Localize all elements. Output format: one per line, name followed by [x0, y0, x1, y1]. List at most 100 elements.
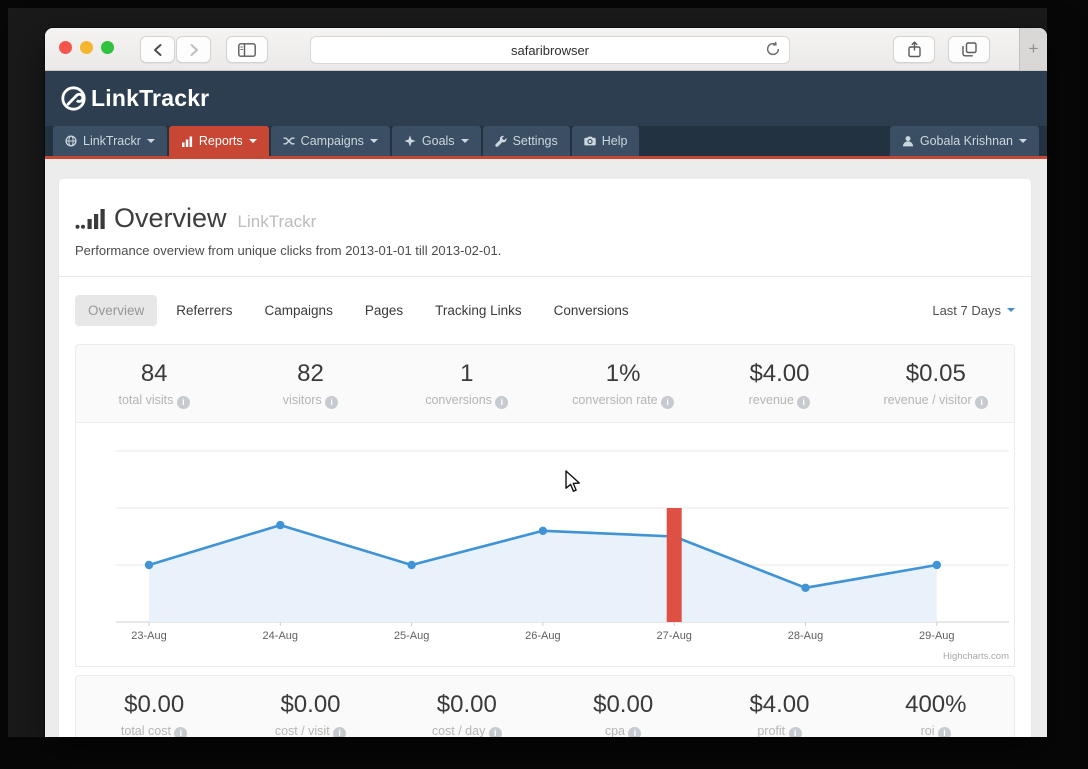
- tabs-row: Overview Referrers Campaigns Pages Tracking …: [59, 277, 1031, 344]
- info-icon[interactable]: i: [495, 396, 509, 409]
- nav-item-label: LinkTrackr: [83, 134, 141, 148]
- stats-top-panel: 84 total visits i 82 visitors i 1 conversions…: [75, 344, 1015, 423]
- tabs-overview-icon: [961, 42, 977, 57]
- caret-down-icon: [248, 139, 257, 147]
- info-icon[interactable]: i: [975, 396, 989, 409]
- back-icon: [153, 43, 161, 56]
- page-title: Overview: [114, 203, 227, 233]
- tab-pages[interactable]: Pages: [352, 295, 416, 326]
- info-icon[interactable]: i: [661, 396, 675, 409]
- forward-button[interactable]: [176, 36, 211, 63]
- stat-value: $4.00: [749, 360, 810, 387]
- stat-value: $0.00: [124, 691, 185, 718]
- stats-bottom-panel: $0.00 total cost i $0.00 cost / visit i $0.0…: [75, 675, 1015, 737]
- stat-label: conversions i: [389, 393, 545, 409]
- stat-value: $0.05: [905, 360, 966, 387]
- sidebar-button[interactable]: [226, 36, 268, 63]
- stat-revenue: $4.00 revenue i: [701, 345, 857, 422]
- stat-value: 1%: [605, 360, 641, 387]
- stat-visitors: 82 visitors i: [232, 345, 388, 422]
- page-title-suffix: LinkTrackr: [237, 211, 317, 231]
- nav-item-campaigns[interactable]: Campaigns: [270, 126, 390, 156]
- info-icon[interactable]: i: [174, 727, 188, 737]
- show-tabs-button[interactable]: [948, 36, 990, 63]
- tab-overview[interactable]: Overview: [75, 295, 158, 326]
- tab-conversions[interactable]: Conversions: [541, 295, 642, 326]
- stat-conversion-rate: 1% conversion rate i: [545, 345, 701, 422]
- info-icon[interactable]: i: [488, 727, 502, 737]
- close-window-icon[interactable]: [59, 41, 72, 54]
- nav-item-help[interactable]: Help: [571, 126, 640, 156]
- nav-items: LinkTrackr Reports Campaigns Goals Settings H…: [53, 126, 640, 156]
- shuffle-icon: [283, 135, 295, 147]
- page-subtitle: Performance overview from unique clicks …: [75, 243, 502, 258]
- address-bar[interactable]: safaribrowser: [310, 36, 790, 64]
- bar-chart-icon: [181, 135, 193, 147]
- svg-text:27-Aug: 27-Aug: [656, 630, 691, 642]
- info-icon[interactable]: i: [628, 727, 642, 737]
- overview-card: Overview LinkTrackr Performance overview…: [59, 179, 1031, 737]
- tab-tracking-links[interactable]: Tracking Links: [422, 295, 535, 326]
- bar-chart-icon: [75, 208, 105, 229]
- user-menu[interactable]: Gobala Krishnan: [889, 126, 1039, 156]
- nav-item-label: Help: [601, 134, 628, 148]
- stat-roi: 400% roi i: [858, 676, 1014, 737]
- back-button[interactable]: [140, 36, 175, 63]
- new-tab-button[interactable]: +: [1019, 28, 1047, 70]
- goal-star-icon: [404, 135, 416, 147]
- linktrackr-logo[interactable]: LinkTrackr: [60, 85, 209, 112]
- nav-item-linktrackr[interactable]: LinkTrackr: [53, 126, 167, 156]
- share-button[interactable]: [893, 36, 935, 63]
- info-icon[interactable]: i: [937, 727, 951, 737]
- info-icon[interactable]: i: [788, 727, 802, 737]
- caret-down-icon: [1019, 139, 1027, 147]
- report-tabs: Overview Referrers Campaigns Pages Tracking …: [75, 295, 642, 326]
- stat-revenue-visitor: $0.05 revenue / visitor i: [858, 345, 1014, 422]
- tab-referrers[interactable]: Referrers: [163, 295, 245, 326]
- svg-text:26-Aug: 26-Aug: [525, 630, 560, 642]
- caret-down-icon: [1007, 308, 1015, 316]
- wrench-icon: [494, 135, 507, 147]
- linktrackr-logo-icon: [61, 86, 86, 111]
- globe-icon: [65, 135, 77, 147]
- date-range-label: Last 7 Days: [932, 303, 1001, 318]
- stat-conversions: 1 conversions i: [389, 345, 545, 422]
- svg-text:25-Aug: 25-Aug: [394, 630, 429, 642]
- refresh-button[interactable]: [765, 41, 781, 62]
- stat-label: cpa i: [545, 724, 701, 737]
- minimize-window-icon[interactable]: [80, 41, 93, 54]
- stat-value: $0.00: [593, 691, 654, 718]
- zoom-window-icon[interactable]: [101, 41, 114, 54]
- info-icon[interactable]: i: [176, 396, 190, 409]
- stat-value: 82: [297, 360, 324, 387]
- stat-label: total cost i: [76, 724, 232, 737]
- tab-campaigns[interactable]: Campaigns: [252, 295, 346, 326]
- info-icon[interactable]: i: [325, 396, 339, 409]
- nav-item-settings[interactable]: Settings: [482, 126, 570, 156]
- info-icon[interactable]: i: [333, 727, 347, 737]
- stat-label: cost / visit i: [232, 724, 388, 737]
- svg-text:24-Aug: 24-Aug: [263, 630, 298, 642]
- nav-item-reports[interactable]: Reports: [168, 126, 269, 156]
- nav-item-label: Goals: [421, 134, 455, 148]
- user-icon: [902, 135, 914, 147]
- highcharts-line-chart: 23-Aug 24-Aug 25-Aug 26-Aug 27-Aug 28-Aug 29-A…: [116, 450, 1009, 662]
- stat-cost-visit: $0.00 cost / visit i: [232, 676, 388, 737]
- stat-value: $4.00: [749, 691, 810, 718]
- site-header: LinkTrackr: [45, 71, 1047, 126]
- camera-icon: [584, 135, 596, 147]
- nav-item-label: Campaigns: [300, 134, 364, 148]
- nav-item-goals[interactable]: Goals: [391, 126, 481, 156]
- share-icon: [907, 41, 921, 58]
- date-range-dropdown[interactable]: Last 7 Days: [932, 303, 1015, 318]
- sidebar-icon: [238, 42, 256, 57]
- safari-window: safaribrowser + LinkTrackr LinkTrackr Re…: [45, 28, 1047, 737]
- stat-total-visits: 84 total visits i: [76, 345, 232, 422]
- stat-value: 400%: [905, 691, 967, 718]
- stat-value: $0.00: [280, 691, 341, 718]
- svg-text:29-Aug: 29-Aug: [919, 630, 954, 642]
- forward-icon: [190, 43, 198, 56]
- page-body: Overview LinkTrackr Performance overview…: [45, 159, 1047, 737]
- info-icon[interactable]: i: [797, 396, 811, 409]
- visits-chart: 23-Aug 24-Aug 25-Aug 26-Aug 27-Aug 28-Aug 29-A…: [75, 423, 1015, 667]
